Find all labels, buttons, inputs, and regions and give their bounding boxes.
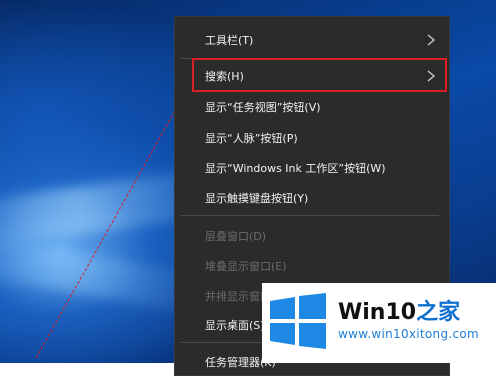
- watermark-url: www.win10xitong.com: [338, 327, 480, 341]
- menu-item-stack-label: 堆叠显示窗口(E): [205, 260, 287, 273]
- menu-item-touch-keyboard-button[interactable]: 显示触摸键盘按钮(Y): [175, 183, 449, 213]
- menu-item-toolbars-label: 工具栏(T): [205, 34, 254, 47]
- watermark-banner: Win10之家 www.win10xitong.com: [262, 283, 496, 363]
- menu-item-touch-keyboard-label: 显示触摸键盘按钮(Y): [205, 192, 309, 205]
- menu-item-people-label: 显示“人脉”按钮(P): [205, 132, 298, 145]
- menu-item-cascade-windows: 层叠窗口(D): [175, 221, 449, 251]
- menu-item-windows-ink-button[interactable]: 显示“Windows Ink 工作区”按钮(W): [175, 153, 449, 183]
- annotation-arrow-line: [35, 83, 191, 359]
- menu-item-windows-ink-label: 显示“Windows Ink 工作区”按钮(W): [205, 162, 386, 175]
- menu-separator: [181, 215, 439, 216]
- menu-item-task-view-button[interactable]: 显示“任务视图”按钮(V): [175, 92, 449, 122]
- menu-item-show-desktop-label: 显示桌面(S): [205, 319, 265, 332]
- watermark-brand: Win10之家: [338, 294, 460, 326]
- search-highlight-box: [192, 58, 447, 92]
- menu-item-stack-windows: 堆叠显示窗口(E): [175, 251, 449, 281]
- chevron-right-icon: [427, 34, 436, 46]
- windows-logo-icon: [270, 293, 326, 349]
- menu-item-toolbars[interactable]: 工具栏(T): [175, 25, 449, 55]
- watermark-brand-prefix: Win10: [338, 300, 417, 325]
- watermark-brand-suffix: 之家: [416, 300, 461, 325]
- menu-item-task-view-label: 显示“任务视图”按钮(V): [205, 101, 321, 114]
- menu-item-cascade-label: 层叠窗口(D): [205, 230, 267, 243]
- menu-item-people-button[interactable]: 显示“人脉”按钮(P): [175, 123, 449, 153]
